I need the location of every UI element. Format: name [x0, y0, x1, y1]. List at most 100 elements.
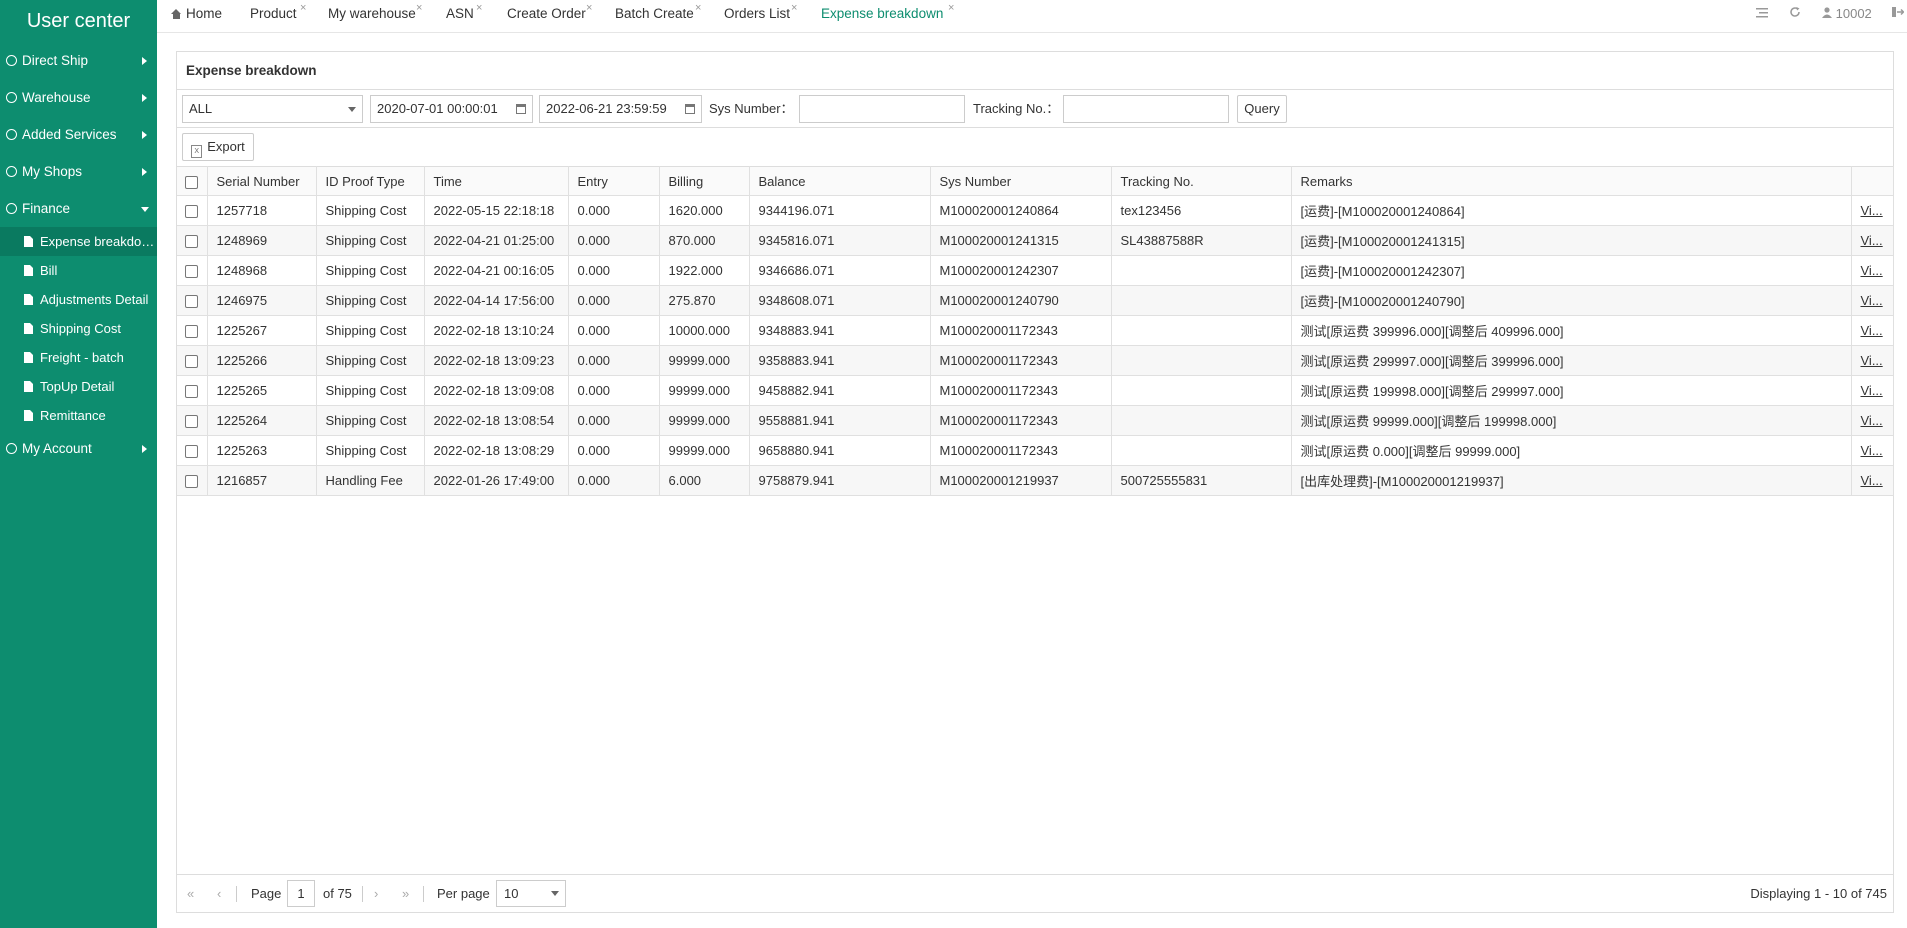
tab-batch-create[interactable]: Batch Create × [615, 0, 701, 30]
row-checkbox[interactable] [177, 285, 208, 316]
tab-orders-list[interactable]: Orders List × [724, 0, 797, 30]
select-all-checkbox[interactable] [177, 166, 208, 196]
nav-my-shops[interactable]: My Shops [0, 153, 157, 190]
view-link[interactable]: Vi... [1861, 233, 1883, 248]
table-row[interactable]: 1225264 Shipping Cost 2022-02-18 13:08:54 0… [177, 405, 1894, 436]
tab-home[interactable]: Home [171, 0, 222, 30]
close-icon[interactable]: × [300, 0, 306, 22]
sys-number-input[interactable] [799, 95, 965, 123]
close-icon[interactable]: × [791, 0, 797, 22]
col-sys-number[interactable]: Sys Number [930, 166, 1112, 196]
view-link[interactable]: Vi... [1861, 353, 1883, 368]
export-button[interactable]: X Export [182, 133, 254, 161]
view-link-cell: Vi... [1851, 285, 1894, 316]
pager-divider [423, 886, 424, 902]
prev-page-icon[interactable]: ‹ [217, 875, 221, 913]
table-row[interactable]: 1248968 Shipping Cost 2022-04-21 00:16:05 0… [177, 255, 1894, 286]
col-time[interactable]: Time [424, 166, 569, 196]
table-row[interactable]: 1225265 Shipping Cost 2022-02-18 13:09:08 0… [177, 375, 1894, 406]
checkbox-icon [185, 175, 199, 189]
table-row[interactable]: 1225267 Shipping Cost 2022-02-18 13:10:24 0… [177, 315, 1894, 346]
page-number-input[interactable]: 1 [287, 880, 315, 907]
cell-entry: 0.000 [568, 195, 660, 226]
close-icon[interactable]: × [948, 0, 954, 22]
next-page-icon[interactable]: › [374, 875, 378, 913]
logout-icon[interactable] [1892, 0, 1905, 28]
view-link[interactable]: Vi... [1861, 323, 1883, 338]
col-tracking-no[interactable]: Tracking No. [1111, 166, 1292, 196]
close-icon[interactable]: × [476, 0, 482, 22]
view-link-cell: Vi... [1851, 255, 1894, 286]
calendar-icon[interactable] [685, 104, 695, 114]
date-to-field[interactable]: 2022-06-21 23:59:59 [539, 95, 702, 123]
sub-topup-detail[interactable]: TopUp Detail [0, 372, 157, 401]
view-link[interactable]: Vi... [1861, 263, 1883, 278]
nav-direct-ship[interactable]: Direct Ship [0, 42, 157, 79]
cell-entry: 0.000 [568, 375, 660, 406]
row-checkbox[interactable] [177, 315, 208, 346]
view-link[interactable]: Vi... [1861, 443, 1883, 458]
row-checkbox[interactable] [177, 225, 208, 256]
table-row[interactable]: 1225266 Shipping Cost 2022-02-18 13:09:23 0… [177, 345, 1894, 376]
tracking-no-input[interactable] [1063, 95, 1229, 123]
sub-expense-breakdown[interactable]: Expense breakdown [0, 227, 157, 256]
table-row[interactable]: 1225263 Shipping Cost 2022-02-18 13:08:29 0… [177, 435, 1894, 466]
type-select[interactable]: ALL [182, 95, 363, 123]
table-row[interactable]: 1246975 Shipping Cost 2022-04-14 17:56:00 0… [177, 285, 1894, 316]
list-toggle-icon[interactable] [1756, 0, 1768, 28]
refresh-icon[interactable] [1789, 0, 1801, 28]
view-link[interactable]: Vi... [1861, 413, 1883, 428]
table-row[interactable]: 1216857 Handling Fee 2022-01-26 17:49:00 0.… [177, 465, 1894, 496]
sub-freight-batch[interactable]: Freight - batch [0, 343, 157, 372]
tab-expense-breakdown[interactable]: Expense breakdown × [821, 0, 954, 30]
row-checkbox[interactable] [177, 345, 208, 376]
nav-added-services[interactable]: Added Services [0, 116, 157, 153]
pager-divider [362, 886, 363, 902]
last-page-icon[interactable]: » [402, 875, 409, 913]
calendar-icon[interactable] [516, 104, 526, 114]
chevron-down-icon [551, 891, 559, 896]
col-id-proof-type[interactable]: ID Proof Type [316, 166, 425, 196]
cell-balance: 9344196.071 [749, 195, 931, 226]
sub-remittance[interactable]: Remittance [0, 401, 157, 430]
row-checkbox[interactable] [177, 435, 208, 466]
row-checkbox[interactable] [177, 255, 208, 286]
row-checkbox[interactable] [177, 195, 208, 226]
per-page-select[interactable]: 10 [496, 880, 566, 907]
tab-create-order[interactable]: Create Order × [507, 0, 592, 30]
tab-asn[interactable]: ASN × [446, 0, 482, 30]
close-icon[interactable]: × [586, 0, 592, 22]
cell-entry: 0.000 [568, 465, 660, 496]
view-link[interactable]: Vi... [1861, 293, 1883, 308]
nav-my-account[interactable]: My Account [0, 430, 157, 467]
col-balance[interactable]: Balance [749, 166, 931, 196]
sub-adjustments-detail[interactable]: Adjustments Detail [0, 285, 157, 314]
close-icon[interactable]: × [416, 0, 422, 22]
sub-shipping-cost[interactable]: Shipping Cost [0, 314, 157, 343]
user-menu[interactable]: 10002 [1822, 0, 1872, 28]
tab-label: Orders List [724, 6, 791, 21]
col-entry[interactable]: Entry [568, 166, 660, 196]
table-row[interactable]: 1248969 Shipping Cost 2022-04-21 01:25:00 0… [177, 225, 1894, 256]
view-link[interactable]: Vi... [1861, 203, 1883, 218]
tab-my-warehouse[interactable]: My warehouse × [328, 0, 422, 30]
close-icon[interactable]: × [695, 0, 701, 22]
row-checkbox[interactable] [177, 375, 208, 406]
date-from-field[interactable]: 2020-07-01 00:00:01 [370, 95, 533, 123]
query-button[interactable]: Query [1237, 95, 1287, 123]
view-link[interactable]: Vi... [1861, 473, 1883, 488]
col-billing[interactable]: Billing [659, 166, 750, 196]
col-remarks[interactable]: Remarks [1291, 166, 1852, 196]
nav-warehouse[interactable]: Warehouse [0, 79, 157, 116]
col-serial-number[interactable]: Serial Number [207, 166, 317, 196]
nav-finance[interactable]: Finance [0, 190, 157, 227]
cell-remarks: 测试[原运费 399996.000][调整后 409996.000] [1291, 315, 1852, 346]
first-page-icon[interactable]: « [187, 875, 194, 913]
view-link[interactable]: Vi... [1861, 383, 1883, 398]
tab-product[interactable]: Product × [250, 0, 306, 30]
table-row[interactable]: 1257718 Shipping Cost 2022-05-15 22:18:18 0… [177, 195, 1894, 226]
expense-panel: Expense breakdown ALL 2020-07-01 00:00:0… [176, 51, 1894, 913]
row-checkbox[interactable] [177, 465, 208, 496]
sub-bill[interactable]: Bill [0, 256, 157, 285]
row-checkbox[interactable] [177, 405, 208, 436]
